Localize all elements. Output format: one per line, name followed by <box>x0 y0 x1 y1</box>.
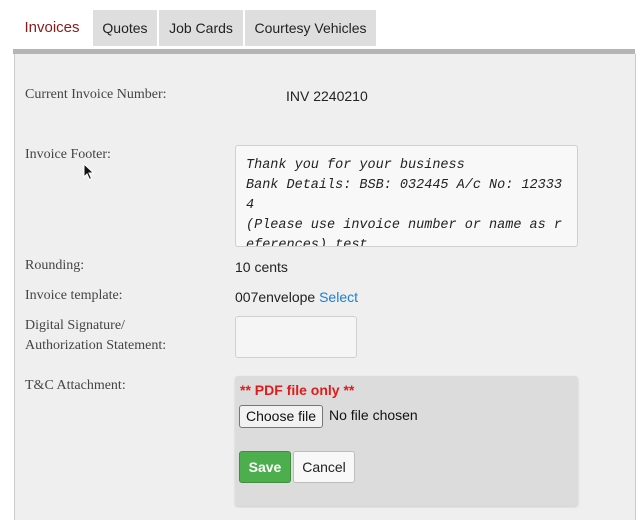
save-button[interactable]: Save <box>239 451 291 483</box>
choose-file-button[interactable]: Choose file <box>239 405 324 428</box>
mouse-cursor-icon <box>83 163 95 181</box>
invoice-footer-textarea[interactable]: Thank you for your business Bank Details… <box>235 145 578 247</box>
digital-signature-label: Digital Signature/ Authorization Stateme… <box>25 316 166 356</box>
template-select-link[interactable]: Select <box>319 289 358 305</box>
rounding-label: Rounding: <box>25 258 85 273</box>
cancel-button[interactable]: Cancel <box>293 451 355 483</box>
tc-attachment-box: ** PDF file only ** Choose file No file … <box>235 376 578 506</box>
invoice-template-value: 007envelope Select <box>235 289 358 305</box>
tc-attachment-label: T&C Attachment: <box>25 378 126 393</box>
digital-signature-label-line1: Digital Signature/ <box>25 318 125 333</box>
tab-courtesy-vehicles[interactable]: Courtesy Vehicles <box>245 10 376 46</box>
current-invoice-value: INV 2240210 <box>286 88 368 104</box>
tab-job-cards[interactable]: Job Cards <box>159 10 243 46</box>
invoice-template-label: Invoice template: <box>25 288 123 303</box>
tab-invoices[interactable]: Invoices <box>13 10 91 46</box>
digital-signature-label-line2: Authorization Statement: <box>25 338 167 353</box>
pdf-only-note: ** PDF file only ** <box>240 382 355 398</box>
current-invoice-label: Current Invoice Number: <box>25 87 167 102</box>
invoice-footer-label: Invoice Footer: <box>25 147 111 162</box>
digital-signature-field[interactable] <box>235 316 357 358</box>
file-status-text: No file chosen <box>329 407 418 423</box>
rounding-value: 10 cents <box>235 259 288 275</box>
template-name: 007envelope <box>235 289 316 305</box>
tab-quotes[interactable]: Quotes <box>93 10 157 46</box>
